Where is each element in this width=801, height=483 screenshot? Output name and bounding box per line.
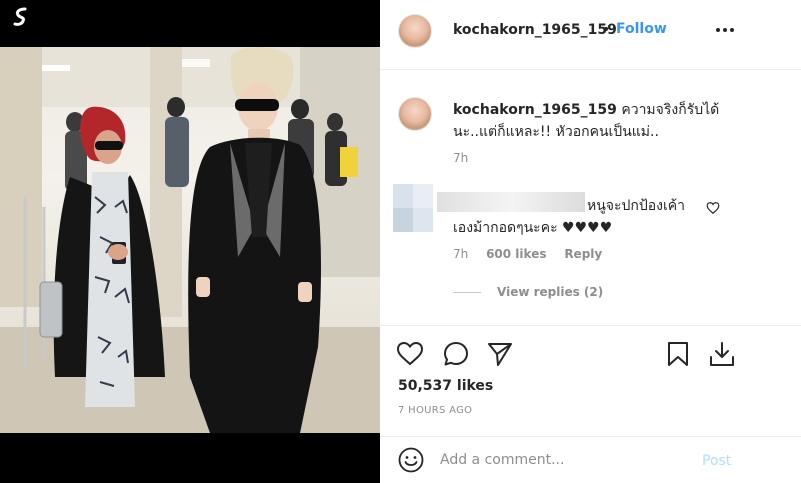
post-media-panel xyxy=(0,0,380,483)
comment-input[interactable] xyxy=(440,449,690,471)
like-heart-icon[interactable] xyxy=(396,340,424,368)
commenter-avatar-blurred[interactable] xyxy=(393,184,433,232)
view-replies-button[interactable]: View replies (2) xyxy=(453,285,603,299)
caption-timestamp[interactable]: 7h xyxy=(453,151,468,165)
comment-timestamp[interactable]: 7h xyxy=(453,247,468,261)
caption-text-block: kochakorn_1965_159 ความจริงก็รับได้นะ..แ… xyxy=(453,99,723,143)
view-replies-line xyxy=(453,292,481,293)
post-timestamp[interactable]: 7 HOURS AGO xyxy=(398,405,472,416)
post-details-panel: kochakorn_1965_159 • Follow kochakorn_19… xyxy=(380,0,801,483)
comment-likes[interactable]: 600 likes xyxy=(486,247,546,261)
comment-meta: 7h 600 likes Reply xyxy=(453,247,616,261)
caption-username[interactable]: kochakorn_1965_159 xyxy=(453,102,617,118)
comment-body: หนูจะปกป้องเค้าเองม้ากอดๆนะคะ ♥♥♥♥ xyxy=(453,198,686,236)
share-send-icon[interactable] xyxy=(486,340,514,368)
author-avatar[interactable] xyxy=(398,14,432,48)
comment-like-heart-icon[interactable] xyxy=(706,201,720,215)
view-replies-label: View replies (2) xyxy=(497,285,604,299)
caption-author-avatar[interactable] xyxy=(398,97,432,131)
app-logo-icon xyxy=(13,7,27,26)
post-likes-count[interactable]: 50,537 likes xyxy=(398,378,493,394)
header-separator: • xyxy=(602,22,611,38)
post-comment-button[interactable]: Post xyxy=(702,453,731,469)
author-username[interactable]: kochakorn_1965_159 xyxy=(453,22,617,38)
more-options-icon[interactable] xyxy=(714,20,736,40)
download-icon[interactable] xyxy=(708,340,736,368)
add-comment-bar: Post xyxy=(380,436,801,483)
comment-bubble-icon[interactable] xyxy=(442,340,470,368)
post-header: kochakorn_1965_159 • Follow xyxy=(380,0,801,70)
follow-button[interactable]: Follow xyxy=(616,21,667,37)
post-photo[interactable] xyxy=(0,47,380,433)
save-bookmark-icon[interactable] xyxy=(664,340,692,368)
comment-reply-button[interactable]: Reply xyxy=(564,247,602,261)
comment-text: หนูจะปกป้องเค้าเองม้ากอดๆนะคะ ♥♥♥♥ xyxy=(453,195,703,239)
post-actions: 50,537 likes 7 HOURS AGO xyxy=(380,325,801,435)
emoji-icon[interactable] xyxy=(398,447,424,473)
airport-photo-illustration xyxy=(0,47,380,433)
